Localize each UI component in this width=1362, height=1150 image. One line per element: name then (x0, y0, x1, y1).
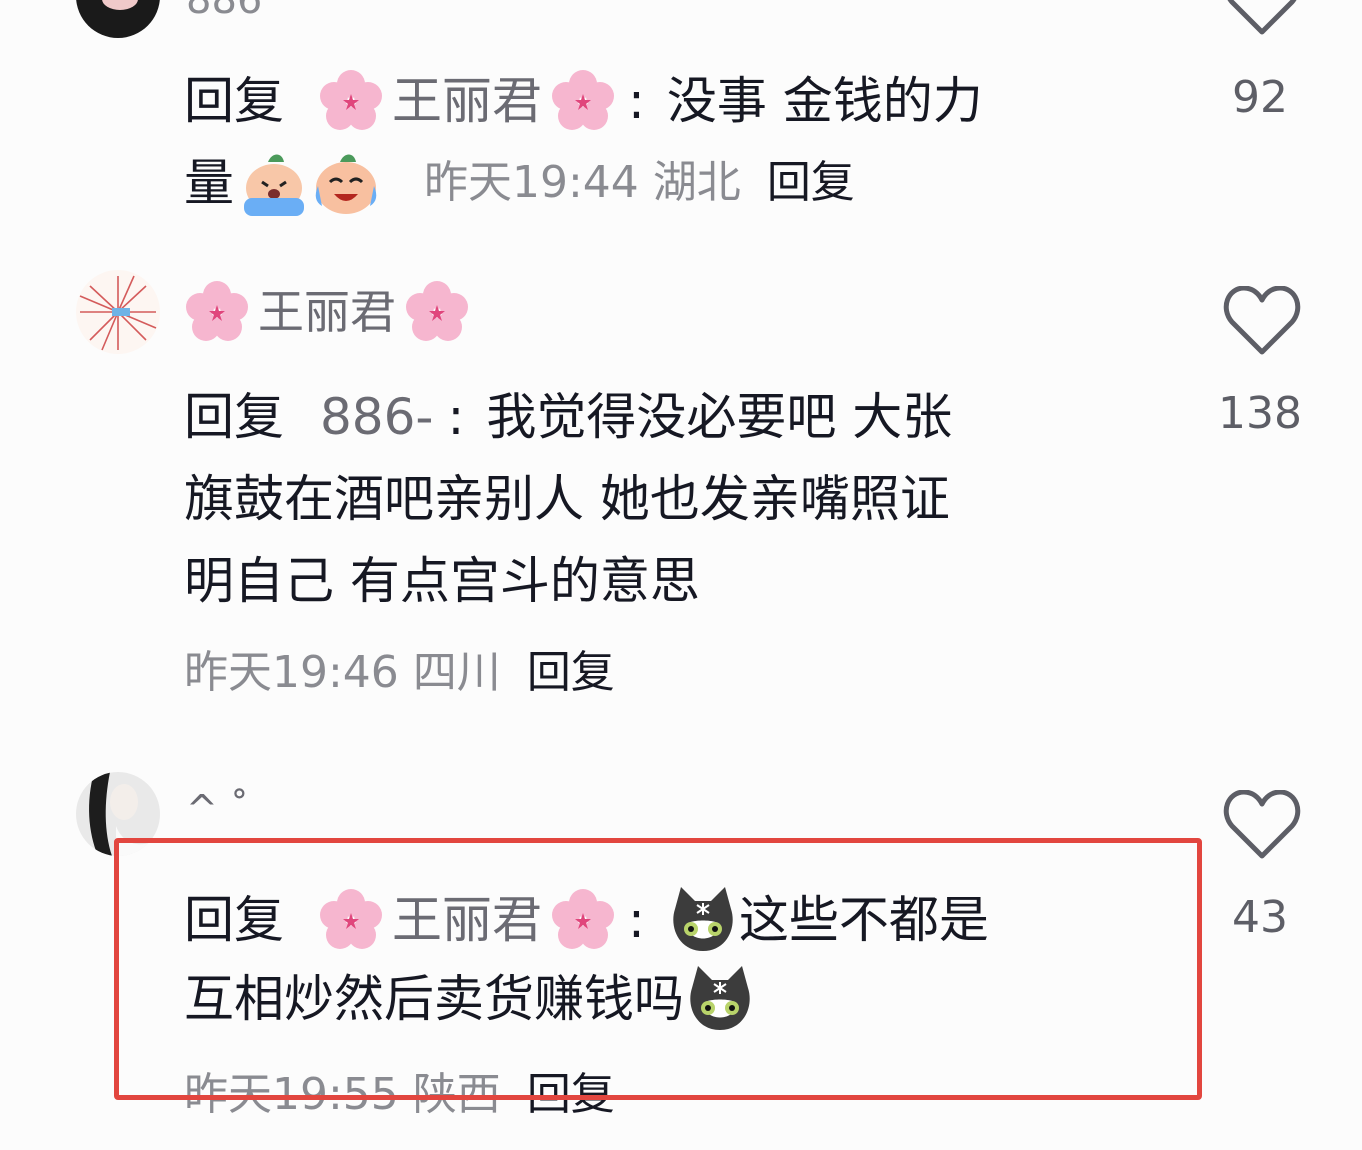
like-heart-icon[interactable] (1222, 790, 1302, 862)
reply-button[interactable]: 回复 (527, 651, 615, 695)
comment-text-line: 量 (184, 148, 382, 218)
crying-icon (244, 154, 304, 216)
username[interactable]: 王丽君 (186, 281, 468, 343)
like-heart-icon[interactable] (1222, 286, 1302, 358)
location: 四川 (412, 647, 501, 698)
cherry-blossom-icon (552, 70, 614, 130)
username-text: 886 (186, 0, 263, 23)
timestamp: 昨天19:46 (184, 647, 399, 698)
reply-prefix: 回复 (184, 388, 284, 446)
comment-meta: 昨天19:46 四川 回复 (184, 650, 615, 696)
username-text: 王丽君 (258, 285, 396, 339)
like-count: 138 (1218, 388, 1302, 439)
like-count: 43 (1232, 892, 1288, 943)
username[interactable]: ^ ˚ (186, 790, 249, 828)
location: 湖北 (652, 157, 741, 208)
comment-meta: 昨天19:44 湖北 回复 (424, 160, 855, 206)
comment-text-line: 我觉得没必要吧 大张 (486, 388, 953, 446)
timestamp: 昨天19:44 (424, 157, 639, 208)
highlight-box (114, 838, 1202, 1100)
like-heart-icon[interactable] (1222, 0, 1302, 38)
laughing-crying-icon (315, 154, 377, 214)
reply-target-username[interactable]: 王丽君 (320, 70, 614, 132)
like-count: 92 (1232, 72, 1288, 123)
reply-button[interactable]: 回复 (767, 161, 855, 205)
username[interactable]: 886 (186, 0, 262, 20)
avatar[interactable] (76, 270, 160, 354)
reply-target-username[interactable]: 886- (320, 392, 433, 442)
comment-text-line: 明自己 有点宫斗的意思 (184, 552, 700, 610)
cherry-blossom-icon (320, 70, 382, 130)
comment-text: 回复 886- : 我觉得没必要吧 大张 (184, 388, 953, 446)
avatar[interactable] (76, 0, 160, 38)
comment-text-line: 没事 金钱的力 (666, 72, 983, 130)
comment-text-line: 旗鼓在酒吧亲别人 她也发亲嘴照证 (184, 470, 950, 528)
comment-text: 回复 王丽君 : 没事 金钱的力 (184, 70, 983, 132)
cherry-blossom-icon (406, 281, 468, 341)
cherry-blossom-icon (186, 281, 248, 341)
firework-avatar-image (79, 275, 157, 351)
reply-prefix: 回复 (184, 72, 284, 130)
